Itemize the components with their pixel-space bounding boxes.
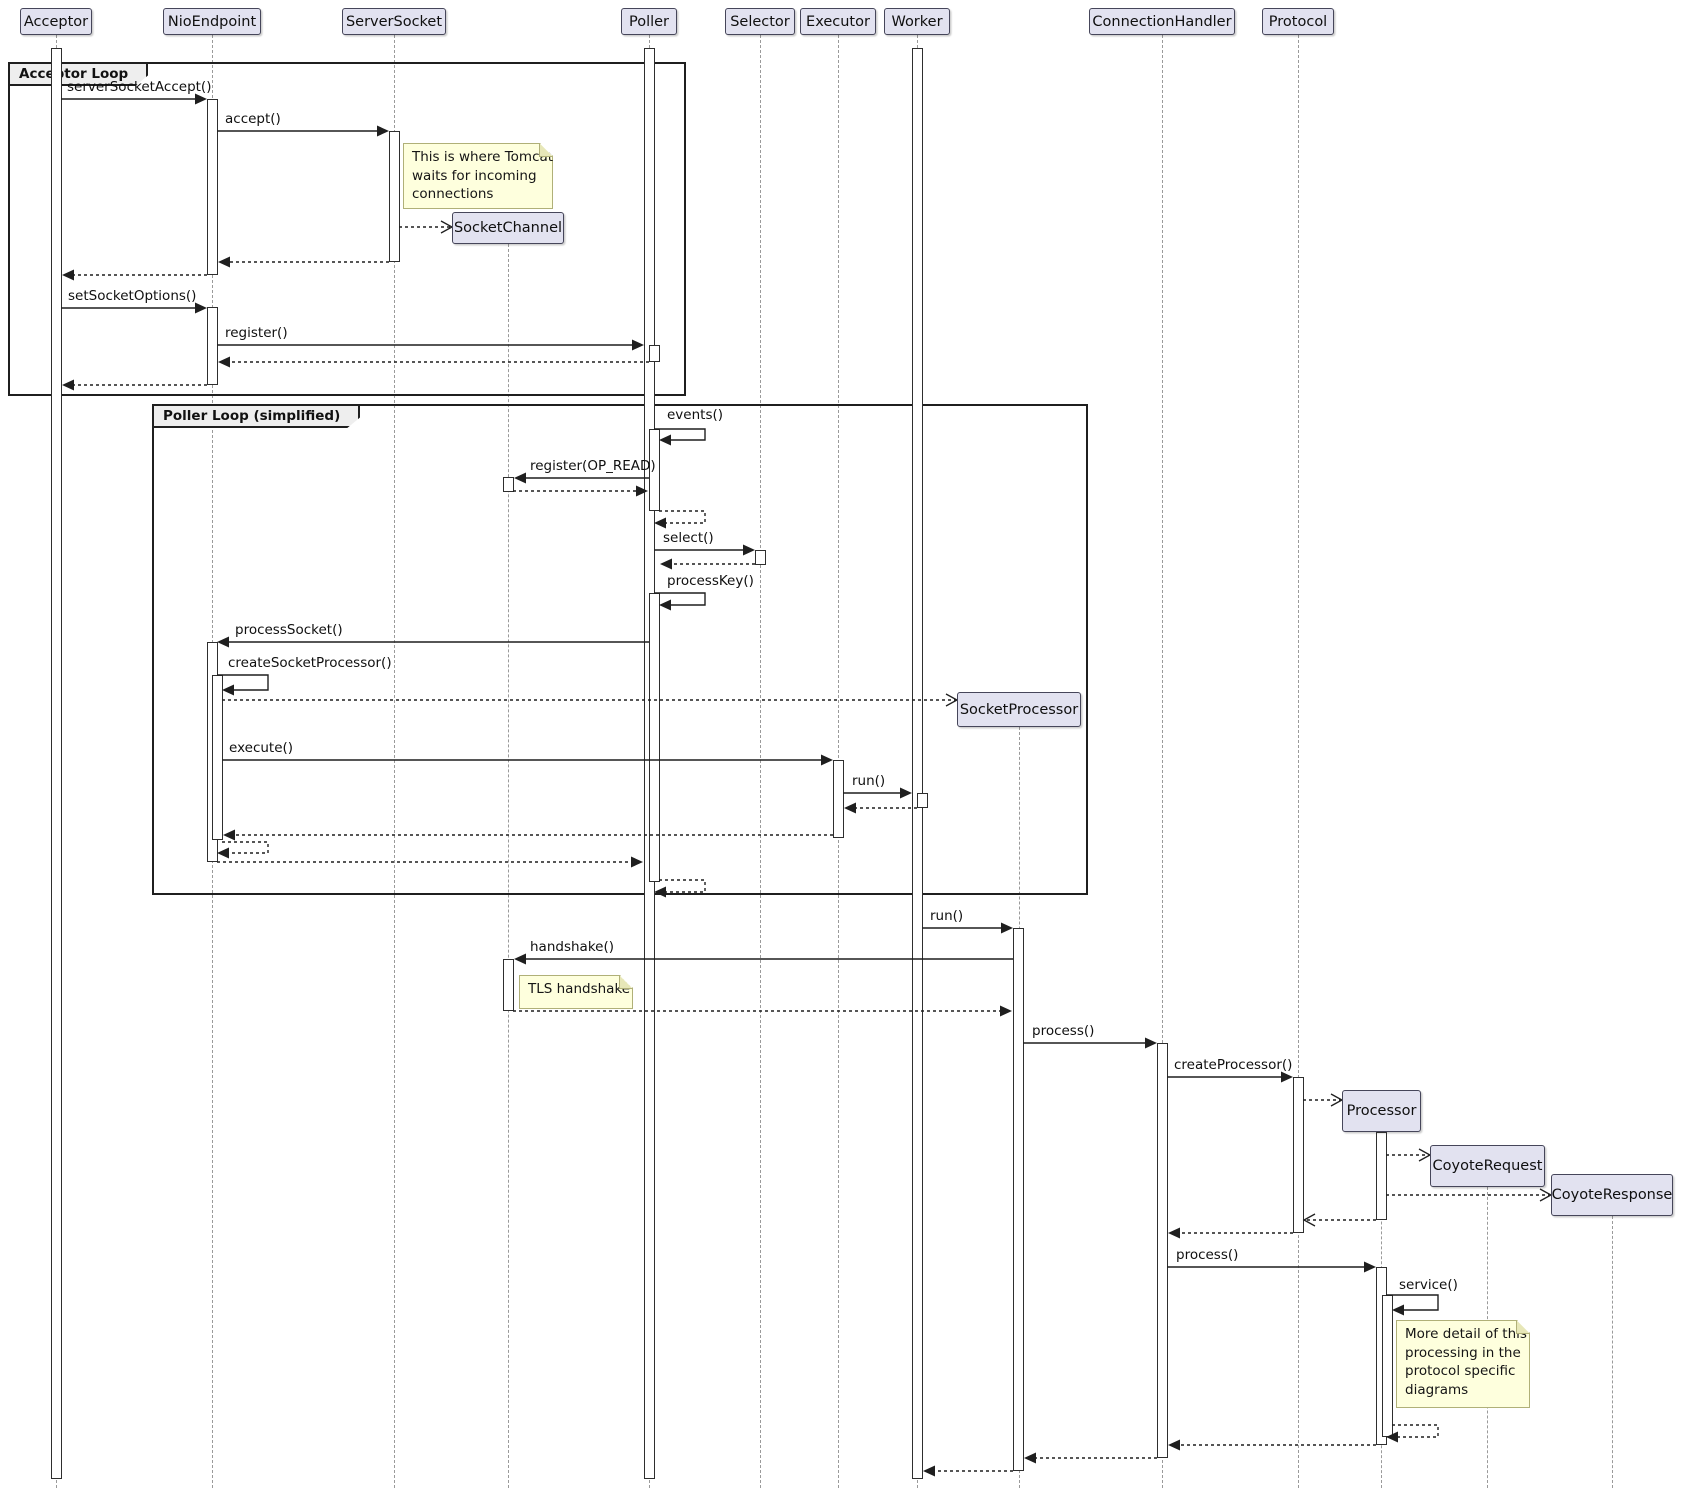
arrowhead-filled — [1145, 1038, 1157, 1049]
arrowhead-filled — [1000, 1006, 1012, 1017]
participant-executor: Executor — [800, 8, 876, 35]
participant-nioendpoint: NioEndpoint — [163, 8, 261, 35]
frame-label: Poller Loop (simplified) — [152, 404, 360, 428]
activation-worker-run — [917, 793, 928, 808]
note-text-line: waits for incoming — [412, 167, 544, 186]
participant-serversocket: ServerSocket — [342, 8, 446, 35]
arrowhead-filled — [514, 954, 526, 965]
participant-poller: Poller — [621, 8, 677, 35]
note-fold-corner — [619, 976, 632, 989]
created-participant-socketprocessor: SocketProcessor — [957, 692, 1081, 727]
lifeline-protocol — [1298, 35, 1299, 1488]
arrowhead-open — [1540, 1189, 1551, 1201]
activation-protocol-1 — [1293, 1077, 1304, 1233]
lifeline-coyoteresponse — [1612, 1216, 1613, 1488]
activation-serversocket-1 — [389, 131, 400, 262]
activation-processor-service — [1382, 1295, 1393, 1437]
participant-protocol: Protocol — [1262, 8, 1334, 35]
activation-socketchannel-2 — [503, 959, 514, 1011]
note-note-tls: TLS handshake — [519, 975, 633, 1009]
activation-poller-register — [649, 345, 660, 362]
activation-poller-processkey — [649, 593, 660, 882]
note-text-line: protocol specific — [1405, 1362, 1521, 1381]
note-text-line: processing in the — [1405, 1344, 1521, 1363]
arrowhead-open — [1419, 1149, 1430, 1161]
message-label: createProcessor() — [1174, 1057, 1292, 1073]
message-label: select() — [663, 530, 714, 546]
activation-acceptor-main — [51, 48, 62, 1479]
arrowhead-filled — [923, 1466, 935, 1477]
activation-processor-1 — [1376, 1132, 1387, 1220]
message-label: run() — [930, 908, 963, 924]
note-note-protocol-detail: More detail of thisprocessing in theprot… — [1396, 1320, 1530, 1408]
created-participant-processor: Processor — [1342, 1090, 1421, 1132]
message-label: register() — [225, 325, 288, 341]
participant-connectionhandler: ConnectionHandler — [1089, 8, 1235, 35]
arrowhead-filled — [1392, 1305, 1404, 1316]
note-text-line: connections — [412, 185, 544, 204]
created-participant-socketchannel: SocketChannel — [452, 212, 564, 244]
message-label: processKey() — [667, 573, 754, 589]
participant-worker: Worker — [884, 8, 950, 35]
note-fold-corner — [1516, 1321, 1529, 1334]
self-message-line — [1392, 1425, 1438, 1437]
created-participant-coyoterequest: CoyoteRequest — [1430, 1145, 1545, 1187]
activation-socketprocessor-main — [1013, 928, 1024, 1471]
note-text-line: More detail of this — [1405, 1325, 1521, 1344]
activation-worker-main — [912, 48, 923, 1479]
frame-poller-loop: Poller Loop (simplified) — [152, 404, 1088, 895]
message-label: process() — [1032, 1023, 1094, 1039]
activation-selector-1 — [755, 550, 766, 565]
note-text-line: diagrams — [1405, 1381, 1521, 1400]
created-participant-coyoteresponse: CoyoteResponse — [1551, 1174, 1673, 1216]
message-label: accept() — [225, 111, 281, 127]
message-label: createSocketProcessor() — [228, 655, 392, 671]
activation-connectionhandler-main — [1157, 1043, 1168, 1458]
participant-acceptor: Acceptor — [20, 8, 92, 35]
message-label: process() — [1176, 1247, 1238, 1263]
sequence-diagram-canvas: Acceptor Loop Poller Loop (simplified) ser… — [0, 0, 1682, 1495]
arrowhead-filled — [1024, 1453, 1036, 1464]
message-label: serverSocketAccept() — [67, 79, 211, 95]
participant-selector: Selector — [725, 8, 795, 35]
note-text-line: This is where Tomcat — [412, 148, 544, 167]
arrowhead-filled — [1168, 1228, 1180, 1239]
message-label: execute() — [229, 740, 293, 756]
message-label: setSocketOptions() — [68, 288, 196, 304]
message-label: processSocket() — [235, 622, 343, 638]
activation-nioendpoint-3-nested — [212, 675, 223, 840]
arrowhead-filled — [1281, 1072, 1293, 1083]
arrowhead-filled — [1168, 1440, 1180, 1451]
activation-socketchannel-1 — [503, 477, 514, 492]
message-label: service() — [1399, 1277, 1458, 1293]
activation-nioendpoint-1 — [207, 99, 218, 275]
message-label: register(OP_READ) — [530, 458, 656, 474]
message-label: run() — [852, 773, 885, 789]
self-message-line — [1386, 1295, 1438, 1310]
arrowhead-open — [1304, 1214, 1315, 1226]
activation-nioendpoint-2 — [207, 307, 218, 385]
activation-executor-1 — [833, 760, 844, 838]
note-text-line: TLS handshake — [528, 980, 624, 999]
arrowhead-filled — [1001, 923, 1013, 934]
note-note-accept-wait: This is where Tomcatwaits for incomingco… — [403, 143, 553, 209]
message-label: handshake() — [530, 939, 614, 955]
arrowhead-open — [1331, 1094, 1342, 1106]
arrowhead-filled — [1364, 1262, 1376, 1273]
message-label: events() — [667, 407, 723, 423]
frame-acceptor-loop: Acceptor Loop — [8, 62, 686, 396]
